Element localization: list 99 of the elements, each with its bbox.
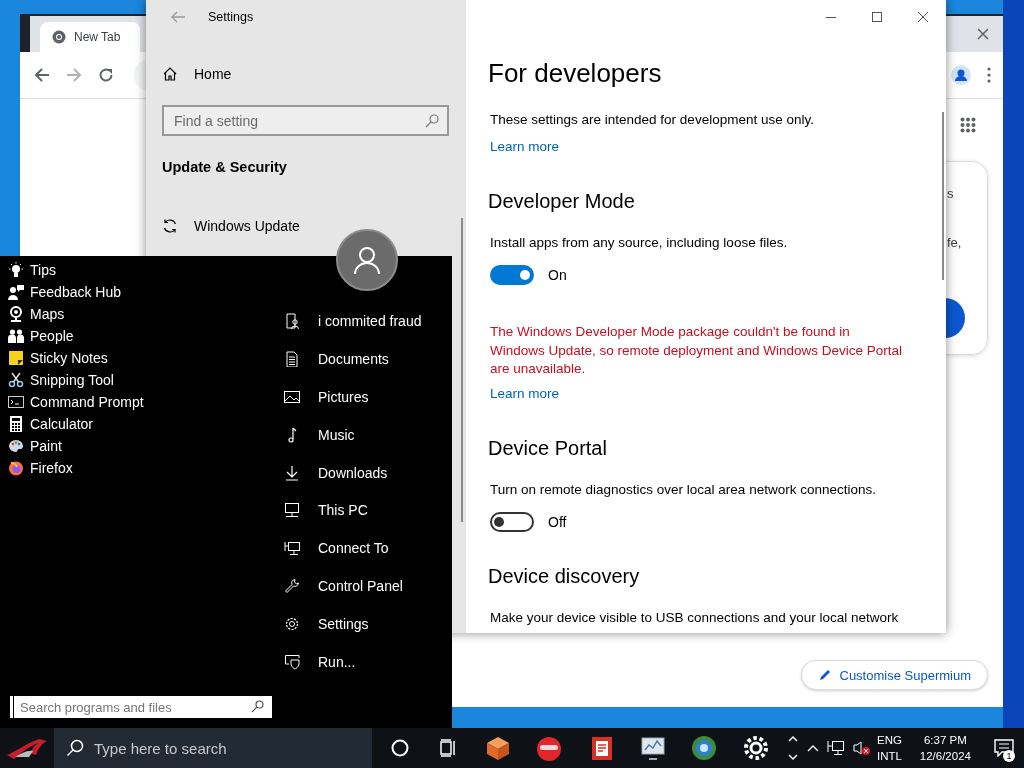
menu-link[interactable]: Run... — [284, 652, 452, 672]
terminal-icon — [8, 394, 24, 410]
up-down-arrows-icon — [787, 733, 800, 763]
app-item[interactable]: Tips — [8, 259, 284, 281]
bulb-icon — [8, 262, 24, 278]
app-item[interactable]: Command Prompt — [8, 391, 284, 413]
back-icon — [34, 67, 50, 83]
menu-link[interactable]: Music — [284, 424, 452, 445]
menu-link[interactable]: i commited fraud — [284, 311, 452, 331]
app-item[interactable]: Calculator — [8, 413, 284, 435]
task-view-icon — [439, 739, 458, 757]
search-field[interactable]: Find a setting — [162, 105, 449, 136]
scissors-icon — [8, 372, 24, 388]
section-heading: Device discovery — [488, 563, 640, 589]
calculator-icon — [8, 416, 24, 432]
app-item[interactable]: People — [8, 325, 284, 347]
document-icon — [284, 350, 300, 367]
description-text: Turn on remote diagnostics over local area network connections. — [490, 480, 876, 499]
avatar-icon — [951, 65, 971, 85]
back-arrow-icon — [170, 11, 186, 23]
learn-more-link[interactable]: Learn more — [490, 137, 560, 157]
user-document-icon — [284, 313, 300, 329]
muted-speaker-icon — [853, 740, 872, 756]
keyboard-layout-text[interactable]: INTL — [877, 748, 902, 764]
search-icon — [425, 114, 439, 128]
app-item[interactable]: Feedback Hub — [8, 281, 284, 303]
download-icon — [284, 464, 300, 481]
reload-icon — [98, 67, 114, 83]
notification-button[interactable]: 1 — [984, 728, 1024, 768]
home-icon — [162, 66, 178, 82]
close-icon — [918, 12, 928, 22]
network-computer-icon — [284, 540, 300, 557]
window-title: Settings — [208, 10, 254, 24]
card-text: s — [947, 186, 955, 201]
people-icon — [8, 328, 24, 344]
browser-logo-icon — [52, 30, 66, 44]
page-title: For developers — [488, 57, 662, 89]
pencil-icon — [817, 668, 832, 682]
person-icon — [352, 245, 382, 275]
clock[interactable]: 6:37 PM 12/6/2024 — [914, 732, 977, 764]
gear-icon — [741, 734, 770, 762]
description-text: Make your device visible to USB connections and your local network — [490, 608, 899, 627]
wrench-icon — [284, 578, 300, 595]
home-nav-item[interactable]: Home — [162, 64, 450, 84]
menu-link[interactable]: Pictures — [284, 386, 452, 407]
settings-icon — [284, 616, 300, 633]
app-item[interactable]: Paint — [8, 435, 284, 457]
error-message: The Windows Developer Mode package couldn't be found in Windows Update, so remote deployment and Windows Device Portal are unavailable. — [490, 323, 902, 378]
category-title: Update & Security — [162, 158, 288, 177]
maximize-icon — [872, 12, 882, 22]
search-icon — [251, 700, 264, 713]
feedback-icon — [8, 284, 24, 300]
circle-icon — [391, 739, 410, 757]
menu-link[interactable]: Connect To — [284, 538, 452, 559]
toggle-switch[interactable] — [490, 511, 534, 532]
palette-icon — [8, 438, 24, 454]
close-button[interactable] — [977, 28, 989, 40]
message-icon — [994, 739, 1015, 757]
chevron-up-icon — [807, 744, 820, 752]
more-icon — [987, 67, 991, 83]
menu-link[interactable]: This PC — [284, 500, 452, 521]
language-text[interactable]: ENG — [877, 732, 902, 748]
menu-link[interactable]: Documents — [284, 348, 452, 369]
customise-button[interactable]: Customise Supermium — [800, 660, 988, 690]
toggle-switch[interactable] — [490, 265, 534, 285]
learn-more-link[interactable]: Learn more — [490, 383, 560, 404]
app-item[interactable]: Snipping Tool — [8, 369, 284, 391]
nav-item[interactable]: Windows Update — [162, 216, 450, 236]
browser-tab[interactable]: New Tab — [40, 22, 140, 52]
mask-icon — [535, 734, 564, 762]
toggle-label: Off — [548, 513, 567, 530]
menu-link[interactable]: Control Panel — [284, 576, 452, 597]
description-text: Install apps from any source, including loose files. — [490, 234, 788, 252]
toggle-label: On — [548, 267, 567, 283]
picture-icon — [284, 388, 300, 405]
menu-link[interactable]: Downloads — [284, 462, 452, 483]
search-icon — [66, 739, 84, 757]
browser-logo-icon — [8, 460, 24, 476]
apps-grid-icon — [960, 117, 976, 133]
globe-icon — [690, 734, 719, 762]
computer-icon — [284, 502, 300, 519]
notification-badge: 1 — [1003, 750, 1016, 762]
monitor-icon — [638, 734, 667, 762]
card-text: fe, — [947, 235, 963, 250]
description-text: These settings are intended for development use only. — [490, 111, 814, 129]
network-icon — [827, 740, 846, 756]
section-heading: Developer Mode — [488, 189, 635, 214]
app-item[interactable]: Firefox — [8, 457, 284, 479]
forward-icon — [66, 67, 82, 83]
map-pin-icon — [8, 306, 24, 322]
run-icon — [284, 654, 300, 670]
close-icon — [977, 28, 989, 40]
section-heading: Device Portal — [488, 435, 607, 461]
app-item[interactable]: Maps — [8, 303, 284, 325]
refresh-icon — [162, 218, 178, 234]
note-icon — [8, 350, 24, 366]
search-field[interactable]: Type here to search — [54, 728, 372, 768]
app-item[interactable]: Sticky Notes — [8, 347, 284, 369]
menu-link[interactable]: Settings — [284, 614, 452, 635]
